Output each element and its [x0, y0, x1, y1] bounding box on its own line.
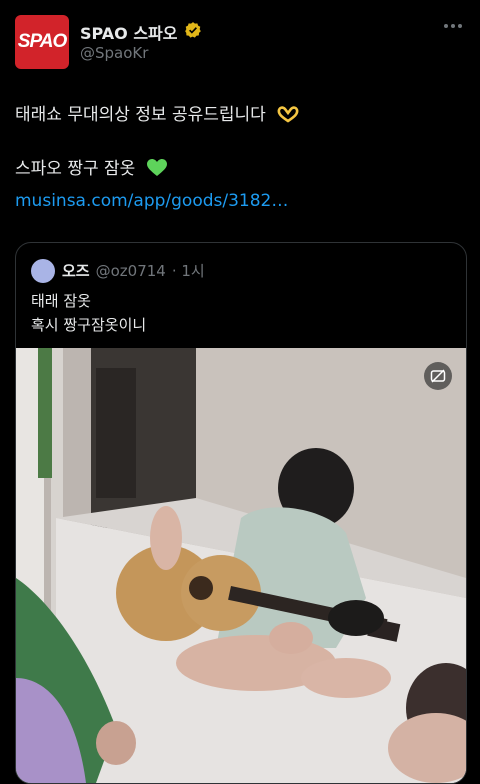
tweet-link[interactable]: musinsa.com/app/goods/3182… — [15, 189, 288, 214]
author-display-name[interactable]: SPAO 스파오 — [80, 20, 178, 44]
tweet-line-2-text: 스파오 짱구 잠옷 — [15, 159, 136, 179]
quoted-text: 태래 잠옷 혹시 짱구잠옷이니 — [31, 289, 146, 337]
quoted-line-1: 태래 잠옷 — [31, 292, 91, 310]
author-avatar[interactable]: SPAO — [15, 15, 69, 69]
media-image — [16, 348, 466, 783]
quoted-media[interactable] — [16, 348, 466, 783]
tweet-line-1: 태래쇼 무대의상 정보 공유드립니다 — [15, 103, 299, 131]
quoted-tweet[interactable]: 오즈 @oz0714 · 1시 태래 잠옷 혹시 짱구잠옷이니 — [15, 242, 467, 784]
quoted-header: 오즈 @oz0714 · 1시 — [62, 260, 205, 281]
author-logo-text: SPAO — [17, 31, 67, 52]
tweet-header: SPAO SPAO 스파오 @SpaoKr — [0, 0, 480, 90]
quoted-time[interactable]: · 1시 — [172, 260, 205, 281]
quoted-name[interactable]: 오즈 — [62, 260, 90, 281]
gif-play-icon[interactable] — [424, 362, 452, 390]
quoted-line-2: 혹시 짱구잠옷이니 — [31, 316, 147, 334]
tweet-line-2: 스파오 짱구 잠옷 — [15, 157, 167, 185]
quoted-avatar[interactable] — [31, 259, 55, 283]
author-name-row[interactable]: SPAO 스파오 — [80, 20, 202, 44]
tweet-line-1-text: 태래쇼 무대의상 정보 공유드립니다 — [15, 105, 266, 125]
more-icon[interactable] — [444, 24, 462, 28]
green-heart-emoji-icon — [146, 159, 167, 185]
heart-hands-emoji-icon — [277, 105, 299, 131]
quoted-handle[interactable]: @oz0714 — [96, 262, 166, 280]
verified-badge-icon — [184, 21, 202, 43]
author-handle[interactable]: @SpaoKr — [80, 44, 148, 62]
